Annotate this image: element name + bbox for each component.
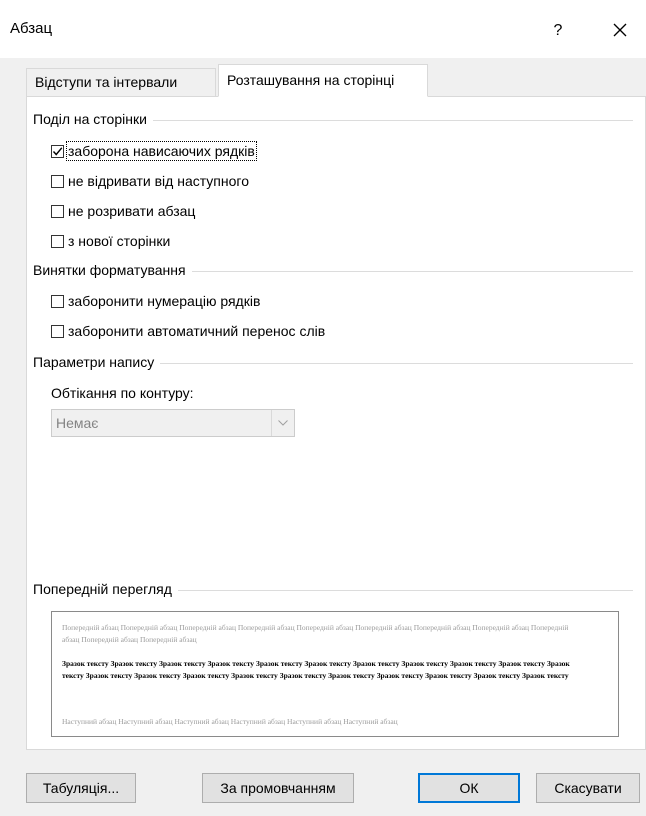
checkbox-box <box>51 204 64 218</box>
checkbox-label: заборонити нумерацію рядків <box>68 293 261 309</box>
textbox-options-title: Параметри напису <box>33 354 161 370</box>
close-icon <box>613 23 627 37</box>
pagination-group-title: Поділ на сторінки <box>33 111 153 127</box>
ok-button[interactable]: ОК <box>418 773 520 803</box>
tabs-button[interactable]: Табуляція... <box>26 773 136 803</box>
checkbox-box <box>51 294 64 308</box>
close-button[interactable] <box>600 14 640 48</box>
checkmark-icon <box>52 146 63 156</box>
tab-line-page-breaks[interactable]: Розташування на сторінці <box>218 64 428 97</box>
tab-indents-spacing[interactable]: Відступи та інтервали <box>26 68 216 96</box>
cancel-button[interactable]: Скасувати <box>536 773 640 803</box>
checkbox-box <box>51 144 64 158</box>
checkbox-label: з нової сторінки <box>68 233 171 249</box>
dont-hyphenate-checkbox[interactable]: заборонити автоматичний перенос слів <box>51 323 325 339</box>
wrap-label: Обтікання по контуру: <box>51 385 194 401</box>
checkbox-label: не розривати абзац <box>68 203 196 219</box>
page-break-before-checkbox[interactable]: з нової сторінки <box>51 233 170 249</box>
tab-panel: Поділ на сторінки заборона нависаючих ря… <box>26 96 646 750</box>
checkbox-box <box>51 174 64 188</box>
checkbox-label: заборона нависаючих рядків <box>66 141 257 161</box>
formatting-exceptions-title: Винятки форматування <box>33 262 192 278</box>
tight-wrap-select[interactable]: Немає <box>51 409 295 437</box>
keep-with-next-checkbox[interactable]: не відривати від наступного <box>51 173 249 189</box>
preview-previous-paragraph: Попередній абзац Попередній абзац Попере… <box>62 623 569 644</box>
paragraph-dialog: Абзац ? Відступи та інтервали Розташуван… <box>0 0 646 816</box>
chevron-down-icon <box>271 410 294 436</box>
preview-title: Попередній перегляд <box>33 581 178 597</box>
keep-lines-together-checkbox[interactable]: не розривати абзац <box>51 203 195 219</box>
help-button[interactable]: ? <box>538 14 578 48</box>
tab-strip: Відступи та інтервали Розташування на ст… <box>26 64 646 97</box>
checkbox-box <box>51 324 64 338</box>
set-as-default-button[interactable]: За промовчанням <box>202 773 354 803</box>
preview-box: Попередній абзац Попередній абзац Попере… <box>51 611 619 737</box>
select-value: Немає <box>56 415 99 431</box>
preview-sample-text: Зразок тексту Зразок тексту Зразок текст… <box>62 659 570 680</box>
widow-control-checkbox[interactable]: заборона нависаючих рядків <box>51 141 257 161</box>
suppress-line-numbers-checkbox[interactable]: заборонити нумерацію рядків <box>51 293 260 309</box>
checkbox-box <box>51 234 64 248</box>
checkbox-label: заборонити автоматичний перенос слів <box>68 323 326 339</box>
checkbox-label: не відривати від наступного <box>68 173 249 189</box>
preview-next-paragraph: Наступний абзац Наступний абзац Наступни… <box>62 717 398 726</box>
dialog-title: Абзац <box>10 20 53 37</box>
title-bar: Абзац ? <box>0 0 646 58</box>
